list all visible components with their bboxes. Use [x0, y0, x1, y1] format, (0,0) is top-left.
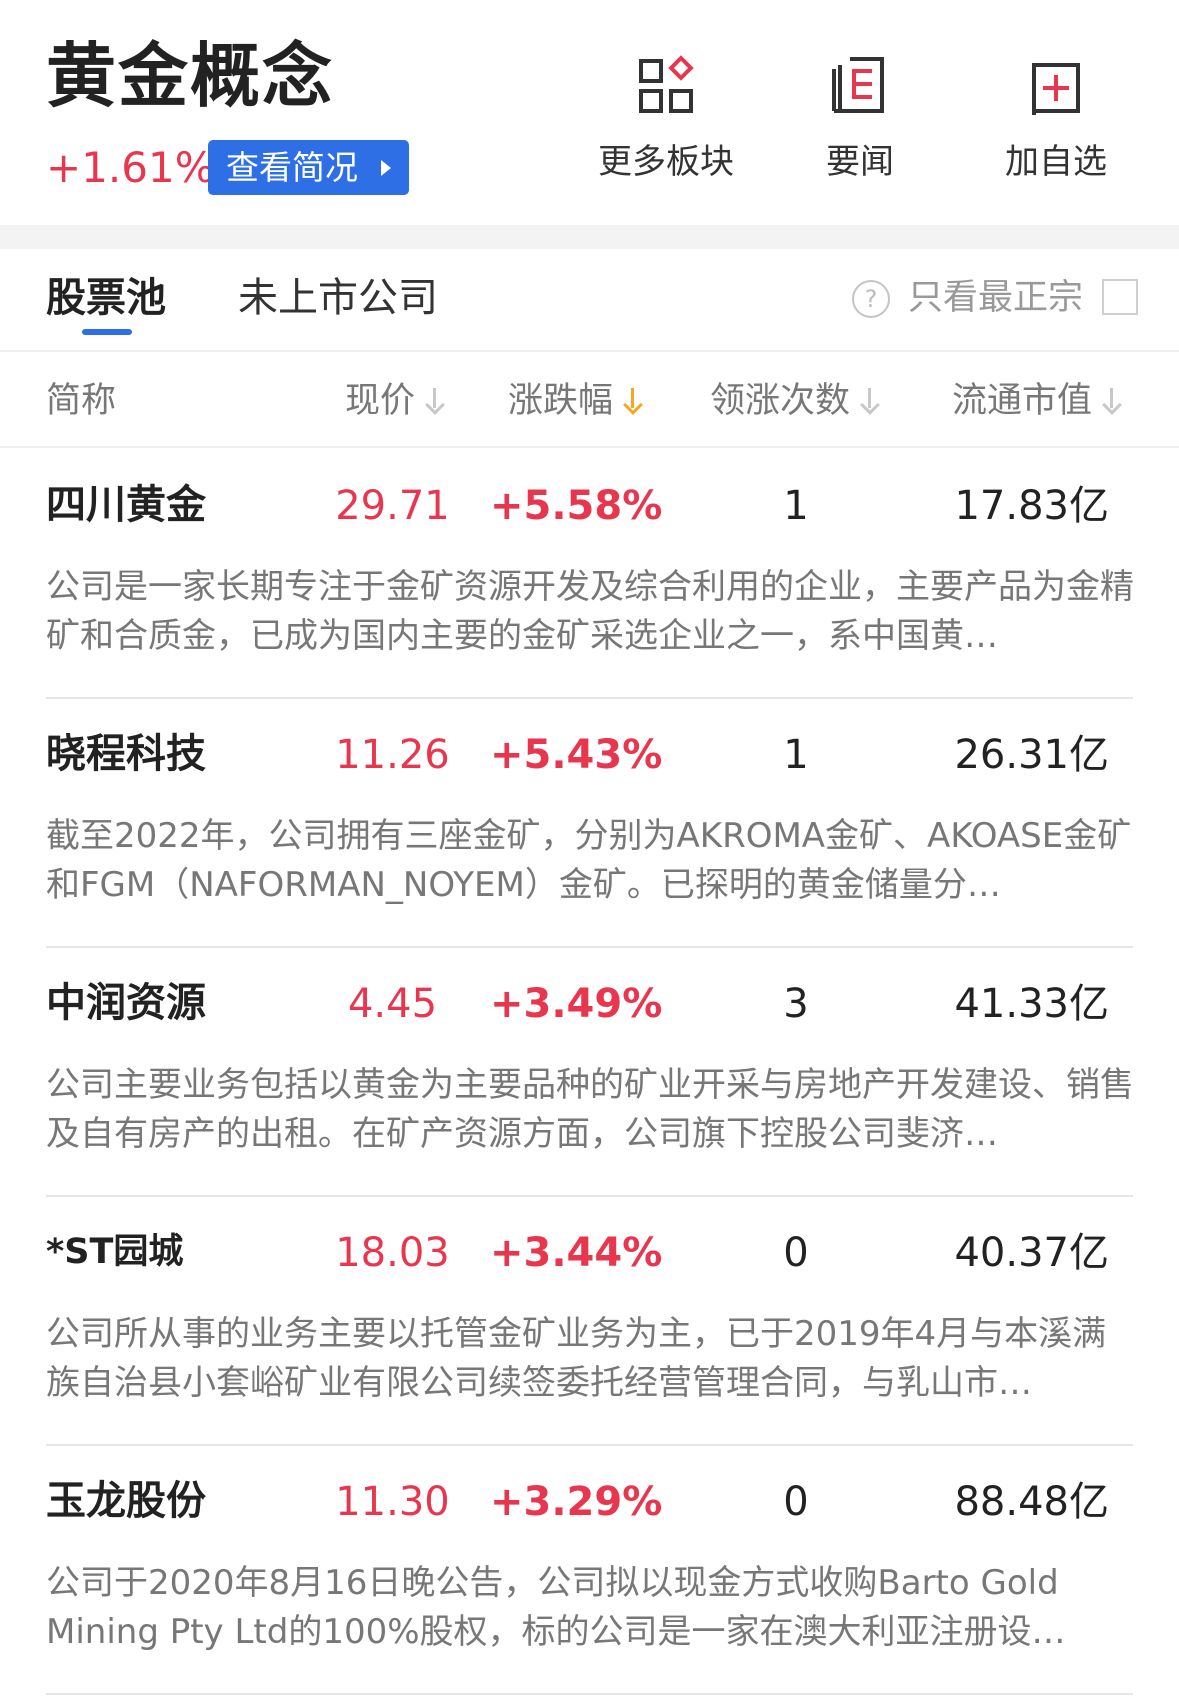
sort-arrow-icon [425, 386, 445, 414]
stock-market-cap: 40.37亿 [954, 1230, 1109, 1276]
add-watchlist-label: 加自选 [1005, 142, 1107, 182]
play-arrow-icon [381, 160, 391, 176]
stock-lead-count: 0 [783, 1230, 809, 1276]
stock-name: 晓程科技 [46, 731, 206, 777]
stock-description: 公司所从事的业务主要以托管金矿业务为主，已于2019年4月与本溪满族自治县小套峪… [46, 1314, 1107, 1403]
tab-bar: 股票池 未上市公司 ? 只看最正宗 [0, 249, 1179, 352]
stock-price: 29.71 [335, 483, 450, 529]
grid-icon [639, 55, 694, 113]
news-icon [832, 57, 884, 113]
filter-most-authentic-checkbox[interactable] [1102, 279, 1138, 315]
column-change[interactable]: 涨跌幅 [508, 378, 643, 424]
stock-description: 公司是一家长期专注于金矿资源开发及综合利用的企业，主要产品为金精矿和合质金，已成… [46, 567, 1134, 656]
column-market-cap[interactable]: 流通市值 [952, 378, 1122, 424]
stock-market-cap: 17.83亿 [954, 483, 1109, 529]
help-icon[interactable]: ? [852, 280, 890, 318]
stock-list: 四川黄金 29.71 +5.58% 1 17.83亿 公司是一家长期专注于金矿资… [0, 450, 1179, 1695]
row-divider [46, 1693, 1133, 1695]
filter-most-authentic-label[interactable]: 只看最正宗 [908, 276, 1083, 320]
stock-price: 11.26 [335, 732, 450, 778]
stock-name: 四川黄金 [46, 482, 206, 528]
page-title: 黄金概念 [46, 35, 334, 117]
stock-name: 中润资源 [46, 980, 206, 1026]
add-watchlist-button[interactable]: 加自选 [976, 55, 1136, 195]
stock-description: 公司于2020年8月16日晚公告，公司拟以现金方式收购Barto Gold Mi… [46, 1563, 1066, 1652]
add-watchlist-icon [1032, 63, 1080, 115]
stock-lead-count: 1 [783, 483, 809, 529]
view-overview-button[interactable]: 查看简况 [208, 140, 409, 195]
sort-arrow-icon [1102, 386, 1122, 414]
news-label: 要闻 [826, 142, 894, 182]
table-row[interactable]: 中润资源 4.45 +3.49% 3 41.33亿 公司主要业务包括以黄金为主要… [0, 948, 1179, 1197]
stock-price: 4.45 [347, 981, 438, 1027]
sort-arrow-icon [860, 386, 880, 414]
stock-change: +5.58% [490, 483, 663, 529]
sector-header: 黄金概念 +1.61% 查看简况 更多板块 要闻 加自选 [0, 0, 1179, 225]
stock-lead-count: 1 [783, 732, 809, 778]
table-header: 简称 现价 涨跌幅 领涨次数 流通市值 [0, 352, 1179, 448]
tab-stock-pool[interactable]: 股票池 [46, 273, 166, 323]
sort-desc-active-icon [623, 386, 643, 414]
active-tab-indicator [82, 329, 132, 335]
table-row[interactable]: *ST园城 18.03 +3.44% 0 40.37亿 公司所从事的业务主要以托… [0, 1197, 1179, 1446]
stock-change: +3.49% [490, 981, 663, 1027]
tab-unlisted-companies[interactable]: 未上市公司 [238, 273, 438, 323]
stock-change: +3.29% [490, 1479, 663, 1525]
section-divider [0, 225, 1179, 249]
view-overview-label: 查看简况 [226, 148, 358, 187]
column-price[interactable]: 现价 [345, 378, 445, 424]
stock-market-cap: 41.33亿 [954, 981, 1109, 1027]
column-lead-count[interactable]: 领涨次数 [710, 378, 880, 424]
stock-description: 公司主要业务包括以黄金为主要品种的矿业开采与房地产开发建设、销售及自有房产的出租… [46, 1065, 1134, 1154]
column-name: 简称 [46, 381, 117, 421]
table-row[interactable]: 四川黄金 29.71 +5.58% 1 17.83亿 公司是一家长期专注于金矿资… [0, 450, 1179, 699]
stock-price: 11.30 [335, 1479, 450, 1525]
stock-change: +5.43% [490, 732, 663, 778]
stock-change: +3.44% [490, 1230, 663, 1276]
stock-lead-count: 3 [783, 981, 809, 1027]
news-button[interactable]: 要闻 [780, 55, 940, 195]
more-sectors-button[interactable]: 更多板块 [586, 55, 746, 195]
stock-market-cap: 26.31亿 [954, 732, 1109, 778]
table-row[interactable]: 玉龙股份 11.30 +3.29% 0 88.48亿 公司于2020年8月16日… [0, 1446, 1179, 1695]
sector-change-percent: +1.61% [46, 143, 215, 192]
more-sectors-label: 更多板块 [598, 142, 734, 182]
stock-name: *ST园城 [46, 1232, 184, 1272]
stock-market-cap: 88.48亿 [954, 1479, 1109, 1525]
stock-name: 玉龙股份 [46, 1478, 206, 1524]
stock-description: 截至2022年，公司拥有三座金矿，分别为AKROMA金矿、AKOASE金矿和FG… [46, 816, 1132, 905]
stock-lead-count: 0 [783, 1479, 809, 1525]
stock-price: 18.03 [335, 1230, 450, 1276]
table-row[interactable]: 晓程科技 11.26 +5.43% 1 26.31亿 截至2022年，公司拥有三… [0, 699, 1179, 948]
